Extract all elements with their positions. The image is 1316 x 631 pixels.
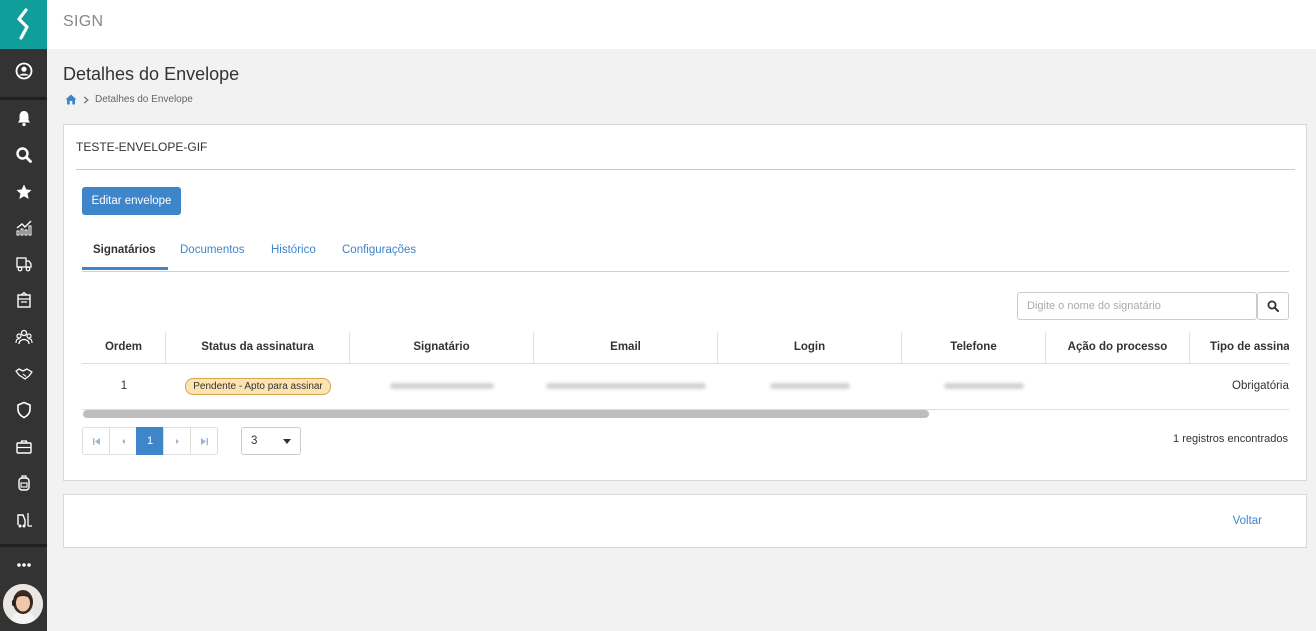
more-icon[interactable] — [0, 550, 47, 580]
signers-table: Ordem Status da assinatura Signatário Em… — [82, 332, 1289, 412]
star-icon[interactable] — [0, 177, 47, 207]
logo-icon[interactable] — [0, 0, 47, 49]
tab-configuracoes[interactable]: Configurações — [342, 244, 416, 256]
search-button[interactable] — [1257, 292, 1289, 320]
chart-icon[interactable] — [0, 213, 47, 243]
card-divider — [76, 169, 1295, 170]
envelope-name: TESTE-ENVELOPE-GIF — [76, 140, 208, 154]
tab-historico[interactable]: Histórico — [271, 244, 316, 256]
caret-down-icon — [283, 439, 291, 444]
tab-signatarios[interactable]: Signatários — [93, 244, 156, 256]
first-page-button[interactable] — [82, 427, 110, 455]
column-header[interactable]: Ordem — [82, 332, 166, 363]
cell-email-redacted — [534, 363, 718, 409]
team-icon[interactable] — [0, 322, 47, 352]
column-header[interactable]: Status da assinatura — [166, 332, 350, 363]
column-header[interactable]: Email — [534, 332, 718, 363]
briefcase-icon[interactable] — [0, 432, 47, 462]
prev-page-icon — [121, 438, 125, 444]
status-badge: Pendente - Apto para assinar — [185, 377, 331, 395]
cell-ordem: 1 — [120, 380, 128, 392]
pagination: 1 — [82, 427, 218, 455]
avatar[interactable] — [3, 584, 43, 624]
horizontal-scrollbar[interactable] — [83, 410, 929, 418]
archive-box-icon[interactable] — [0, 285, 47, 315]
next-page-icon — [175, 438, 179, 444]
last-page-button[interactable] — [190, 427, 218, 455]
records-count: 1 registros encontrados — [1173, 433, 1288, 445]
prev-page-button[interactable] — [109, 427, 137, 455]
column-header[interactable]: Telefone — [902, 332, 1046, 363]
page-title: Detalhes do Envelope — [63, 64, 240, 84]
sidebar-separator — [0, 97, 47, 100]
cell-signer-redacted — [350, 363, 534, 409]
table-header: Ordem Status da assinatura Signatário Em… — [82, 332, 1289, 364]
chevron-right-icon — [83, 95, 89, 104]
footer-card: Voltar — [63, 494, 1307, 548]
search-icon — [1267, 300, 1279, 312]
handshake-icon[interactable] — [0, 358, 47, 388]
truck-icon[interactable] — [0, 249, 47, 279]
breadcrumb-current: Detalhes do Envelope — [95, 94, 193, 105]
tab-bar: Signatários Documentos Histórico Configu… — [82, 235, 1289, 272]
backpack-icon[interactable] — [0, 468, 47, 498]
envelope-card: TESTE-ENVELOPE-GIF Editar envelope Signa… — [63, 124, 1307, 481]
cell-acao — [1046, 363, 1190, 409]
page-size-value: 3 — [251, 435, 258, 447]
app-title: SIGN — [63, 13, 104, 30]
home-icon[interactable] — [65, 94, 77, 105]
column-header[interactable]: Login — [718, 332, 902, 363]
cell-tipo: Obrigatória — [1232, 380, 1289, 392]
back-link[interactable]: Voltar — [1233, 515, 1262, 527]
edit-envelope-button[interactable]: Editar envelope — [82, 187, 181, 215]
cell-login-redacted — [718, 363, 902, 409]
cell-phone-redacted — [902, 363, 1046, 409]
column-header[interactable]: Ação do processo — [1046, 332, 1190, 363]
column-header[interactable]: Tipo de assina — [1190, 332, 1289, 363]
next-page-button[interactable] — [163, 427, 191, 455]
table-row[interactable]: 1 Pendente - Apto para assinar Obrigatór… — [82, 363, 1289, 410]
shield-icon[interactable] — [0, 395, 47, 425]
active-tab-indicator — [82, 267, 168, 270]
tab-documentos[interactable]: Documentos — [180, 244, 245, 256]
sidebar-separator — [0, 544, 47, 547]
column-header[interactable]: Signatário — [350, 332, 534, 363]
forklift-icon[interactable] — [0, 505, 47, 535]
breadcrumb: Detalhes do Envelope — [65, 94, 193, 105]
cell-status: Pendente - Apto para assinar — [166, 363, 350, 409]
page-button-current[interactable]: 1 — [136, 427, 164, 455]
user-circle-icon[interactable] — [0, 56, 47, 86]
last-page-icon — [200, 437, 208, 445]
bell-icon[interactable] — [0, 103, 47, 133]
sidebar — [0, 0, 47, 631]
signer-search-input[interactable] — [1017, 292, 1257, 320]
first-page-icon — [92, 437, 100, 445]
top-bar: SIGN — [47, 0, 1316, 49]
search-icon[interactable] — [0, 140, 47, 170]
page-size-select[interactable]: 3 — [241, 427, 301, 455]
